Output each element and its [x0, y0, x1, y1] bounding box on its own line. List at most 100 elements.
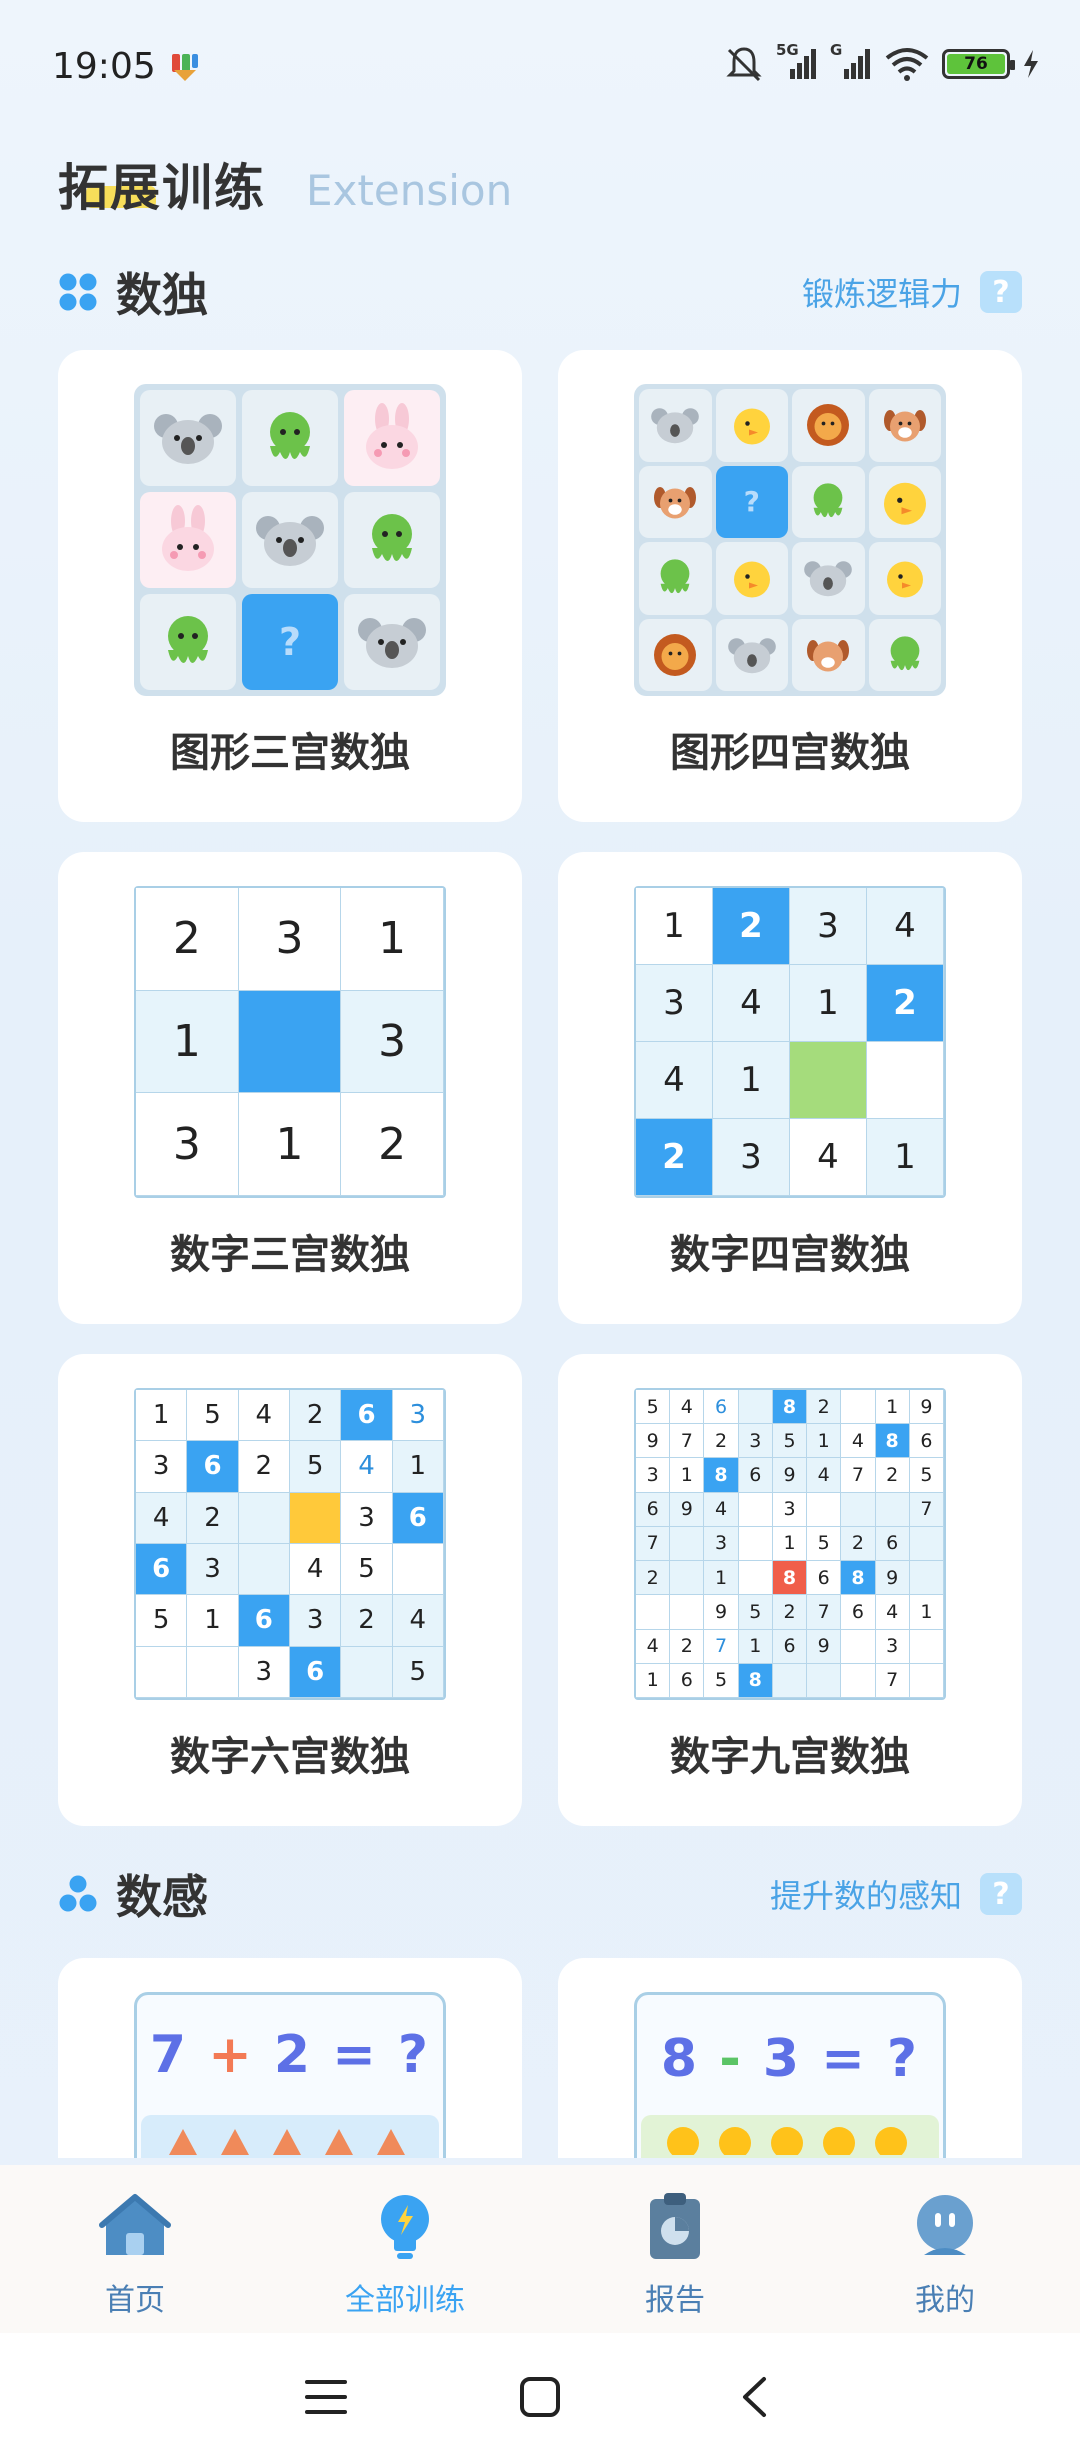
sudoku-cell	[909, 1629, 944, 1664]
sudoku-cell: 1	[238, 1093, 342, 1196]
nav-all-training-label: 全部训练	[345, 2283, 465, 2318]
octopus-icon	[868, 618, 941, 691]
sudoku-cell: 1	[909, 1595, 944, 1630]
sudoku-cell: 6	[738, 1458, 773, 1493]
sudoku-cell: 5	[392, 1646, 444, 1698]
card-addition[interactable]: 7 + 2 = ?	[58, 1958, 522, 2158]
equation: 8 - 3 = ?	[637, 2029, 943, 2089]
system-nav-bar	[0, 2333, 1080, 2460]
card-subtraction[interactable]: 8 - 3 = ?	[558, 1958, 1022, 2158]
nav-mine[interactable]: 我的	[845, 2189, 1045, 2319]
sudoku-cell: 3	[738, 1424, 773, 1459]
sudoku-cell: 2	[136, 888, 239, 991]
sudoku-cell	[289, 1492, 342, 1544]
back-button[interactable]	[732, 2375, 776, 2419]
sudoku-cell: 7	[704, 1629, 739, 1664]
app-notification-icon	[172, 54, 198, 81]
sudoku-cell: 5	[187, 1390, 239, 1442]
eq-question: ?	[397, 2025, 431, 2085]
nav-all-training[interactable]: 全部训练	[305, 2189, 505, 2319]
picture-sudoku-3-thumbnail: ?	[134, 384, 446, 696]
sudoku-cell: 3	[341, 1492, 393, 1544]
sudoku-cell: 7	[636, 1526, 671, 1562]
sudoku-cell: 6	[909, 1424, 944, 1459]
sudoku-cell	[636, 1595, 671, 1630]
sudoku-cell: 6	[841, 1595, 876, 1630]
sudoku-cell: 4	[867, 888, 944, 965]
sudoku-cell	[341, 1646, 393, 1698]
sudoku-cell: 4	[392, 1595, 444, 1647]
sudoku-cell: 8	[738, 1663, 773, 1698]
card-number-sudoku-9[interactable]: 5468219972351486318694725694377315262186…	[558, 1354, 1022, 1826]
equation: 7 + 2 = ?	[137, 2025, 443, 2085]
sudoku-section-title: 数独	[116, 268, 208, 322]
sudoku-cell	[738, 1561, 773, 1596]
bell-muted-icon	[726, 47, 762, 82]
oranges-icon	[667, 2127, 907, 2155]
number-sense-hint-text: 提升数的感知	[769, 1877, 962, 1915]
sudoku-cell	[909, 1561, 944, 1596]
card-number-sudoku-4[interactable]: 12343412412341 数字四宫数独	[558, 852, 1022, 1324]
card-number-sudoku-6[interactable]: 15426336254142366345516324365 数字六宫数独	[58, 1354, 522, 1826]
sudoku-cell	[670, 1526, 705, 1562]
sudoku-cell: 2	[187, 1492, 239, 1544]
sudoku-cell: 1	[704, 1561, 739, 1596]
subtraction-thumbnail: 8 - 3 = ?	[634, 1992, 946, 2158]
nav-home[interactable]: 首页	[35, 2189, 235, 2319]
sudoku-cell: 1	[670, 1458, 705, 1493]
help-icon[interactable]: ?	[980, 271, 1022, 313]
sudoku-cell: 4	[238, 1390, 290, 1442]
sudoku-cell: 1	[341, 888, 444, 991]
signal-1-label: 5G	[776, 41, 799, 59]
sudoku-cell: 4	[636, 1042, 713, 1119]
card-label: 数字九宫数独	[670, 1734, 910, 1780]
status-time: 19:05	[52, 46, 156, 87]
nav-report[interactable]: 报告	[575, 2189, 775, 2319]
sudoku-section-hint[interactable]: 锻炼逻辑力 ?	[802, 269, 1022, 315]
card-number-sudoku-3[interactable]: 23113312 数字三宫数独	[58, 852, 522, 1324]
chick-icon	[715, 389, 788, 462]
rabbit-icon	[344, 390, 440, 486]
triangles-icon	[169, 2129, 405, 2155]
sudoku-cell	[392, 1543, 444, 1596]
sudoku-cell: 8	[704, 1458, 739, 1493]
sudoku-cell	[807, 1663, 842, 1698]
card-picture-sudoku-4[interactable]: ? 图形四宫数独	[558, 350, 1022, 822]
home-button[interactable]	[518, 2375, 562, 2419]
octopus-icon	[140, 594, 236, 690]
number-sense-section-header: 数感 提升数的感知 ?	[58, 1864, 1022, 1924]
koala-icon	[242, 492, 338, 588]
sudoku-cell: 3	[136, 1441, 188, 1493]
sudoku-cell: 6	[341, 1390, 393, 1442]
chick-icon	[868, 542, 941, 615]
sudoku-cell: 5	[636, 1390, 671, 1425]
sudoku-cell: 7	[807, 1595, 842, 1630]
sudoku-cell: 9	[704, 1595, 739, 1630]
chick-icon	[715, 542, 788, 615]
sudoku-cell: 6	[289, 1646, 342, 1698]
sudoku-cell: 8	[772, 1561, 808, 1596]
question-cell: ?	[715, 465, 788, 538]
sudoku-cell: 1	[713, 1042, 790, 1119]
sudoku-cell	[867, 1042, 944, 1119]
sudoku-cell: 3	[289, 1595, 342, 1647]
sudoku-cell: 7	[841, 1458, 876, 1493]
three-dots-icon	[59, 1875, 97, 1912]
sudoku-cell: 3	[636, 1458, 671, 1493]
sudoku-cell: 6	[807, 1561, 842, 1596]
sudoku-cell: 4	[790, 1119, 867, 1196]
menu-button[interactable]	[304, 2375, 348, 2419]
lightbulb-icon	[381, 2195, 429, 2259]
number-sense-section-hint[interactable]: 提升数的感知 ?	[770, 1871, 1022, 1917]
sudoku-cell: 6	[392, 1492, 444, 1544]
sudoku-cell: 7	[875, 1663, 910, 1698]
sudoku-cell: 5	[772, 1424, 808, 1459]
sudoku-cell: 2	[713, 888, 790, 965]
dog-icon	[792, 618, 865, 691]
help-icon[interactable]: ?	[980, 1873, 1022, 1915]
card-picture-sudoku-3[interactable]: ? 图形三宫数独	[58, 350, 522, 822]
sudoku-cell: 4	[841, 1424, 876, 1459]
dog-icon	[639, 465, 712, 538]
card-label: 图形三宫数独	[170, 730, 410, 776]
sudoku-cell: 1	[790, 965, 867, 1042]
